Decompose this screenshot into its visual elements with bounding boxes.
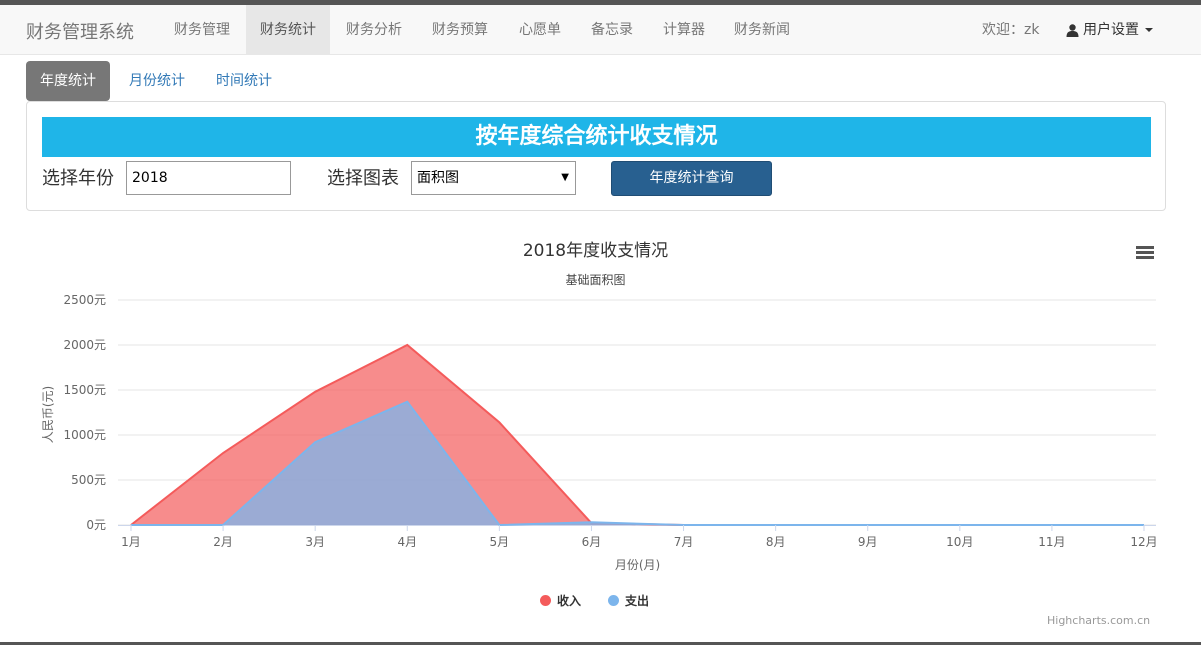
x-tick-label: 6月 (582, 535, 602, 549)
y-tick-label: 500元 (71, 473, 106, 487)
x-tick-label: 12月 (1130, 535, 1157, 549)
legend-dot (608, 595, 619, 606)
x-tick-label: 8月 (766, 535, 786, 549)
x-tick-label: 7月 (674, 535, 694, 549)
x-tick-label: 2月 (213, 535, 233, 549)
area-chart: 0元 500元 1000元 1500元 2000元 2500元 1月 2月 3月 4月 5月 6月 7月… (41, 293, 1158, 572)
y-axis-title: 人民币(元) (41, 386, 55, 443)
y-tick-label: 1000元 (63, 428, 106, 442)
y-tick-label: 2500元 (63, 293, 106, 307)
y-tick-label: 1500元 (63, 383, 106, 397)
x-tick-label: 3月 (305, 535, 325, 549)
legend-item-expense[interactable]: 支出 (608, 592, 649, 609)
x-tick-label: 5月 (490, 535, 510, 549)
x-tick-label: 4月 (397, 535, 417, 549)
legend-label: 收入 (557, 594, 582, 608)
x-tick-label: 10月 (946, 535, 973, 549)
y-tick-label: 2000元 (63, 338, 106, 352)
x-tick-label: 11月 (1038, 535, 1065, 549)
legend-dot (540, 595, 551, 606)
chart-credits[interactable]: Highcharts.com.cn (1047, 614, 1150, 627)
legend-label: 支出 (625, 594, 650, 608)
legend-item-income[interactable]: 收入 (540, 592, 581, 609)
y-tick-label: 0元 (86, 518, 106, 532)
x-tick-label: 1月 (121, 535, 141, 549)
x-tick-label: 9月 (858, 535, 878, 549)
x-axis-title: 月份(月) (615, 558, 660, 572)
